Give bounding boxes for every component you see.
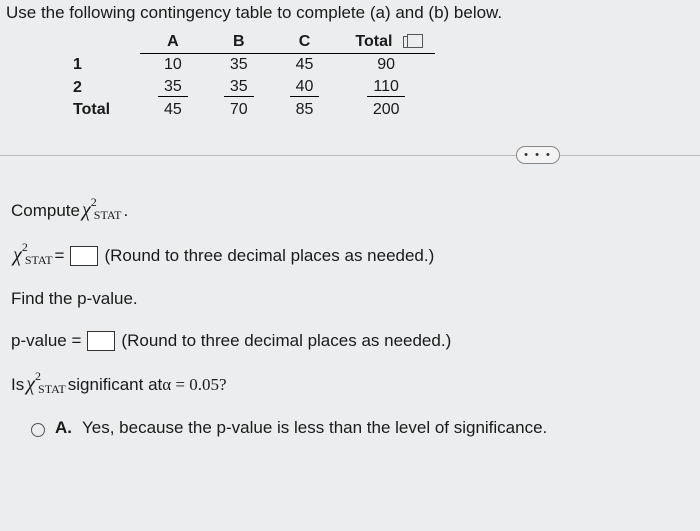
cell: 35 — [206, 54, 272, 77]
pvalue-input-line: p-value = (Round to three decimal places… — [11, 331, 700, 351]
cell: 45 — [140, 99, 206, 121]
col-header-b: B — [206, 31, 272, 54]
more-icon[interactable]: • • • — [516, 146, 560, 164]
cell: 70 — [206, 99, 272, 121]
cell: 35 — [206, 76, 272, 99]
chi-squared-stat: χ2STAT — [26, 373, 66, 396]
option-text: Yes, because the p-value is less than th… — [82, 418, 547, 438]
cell: 200 — [337, 99, 434, 121]
find-pvalue-line: Find the p-value. — [11, 289, 700, 309]
table-row: Total 45 70 85 200 — [73, 99, 435, 121]
col-header-a: A — [140, 31, 206, 54]
question-intro: Use the following contingency table to c… — [3, 3, 700, 23]
cell: 10 — [140, 54, 206, 77]
round-hint: (Round to three decimal places as needed… — [121, 331, 451, 351]
chi-squared-stat: χ2STAT — [82, 199, 122, 222]
cell: 85 — [272, 99, 338, 121]
option-letter: A. — [55, 418, 72, 438]
row-label: 1 — [73, 54, 140, 77]
row-label: 2 — [73, 76, 140, 99]
radio-icon[interactable] — [31, 423, 45, 437]
chi-squared-stat: χ2STAT — [13, 244, 53, 267]
divider — [0, 155, 700, 156]
cell: 110 — [337, 76, 434, 99]
cell: 35 — [140, 76, 206, 99]
chi-stat-input[interactable] — [70, 246, 98, 266]
contingency-table: A B C Total 1 10 35 45 90 — [73, 31, 700, 121]
cell: 45 — [272, 54, 338, 77]
table-row: 2 35 35 40 110 — [73, 76, 435, 99]
copy-icon[interactable] — [403, 36, 417, 48]
cell: 90 — [337, 54, 434, 77]
table-row: 1 10 35 45 90 — [73, 54, 435, 77]
pvalue-input[interactable] — [87, 331, 115, 351]
cell: 40 — [272, 76, 338, 99]
row-label-total: Total — [73, 99, 140, 121]
round-hint: (Round to three decimal places as needed… — [104, 246, 434, 266]
col-header-total: Total — [337, 31, 434, 54]
col-header-c: C — [272, 31, 338, 54]
compute-line: Compute χ2STAT . — [11, 199, 700, 222]
option-a-row[interactable]: A. Yes, because the p-value is less than… — [11, 418, 700, 438]
significance-question: Is χ2STAT significant at α = 0.05? — [11, 373, 700, 396]
chi-stat-input-line: χ2STAT = (Round to three decimal places … — [11, 244, 700, 267]
